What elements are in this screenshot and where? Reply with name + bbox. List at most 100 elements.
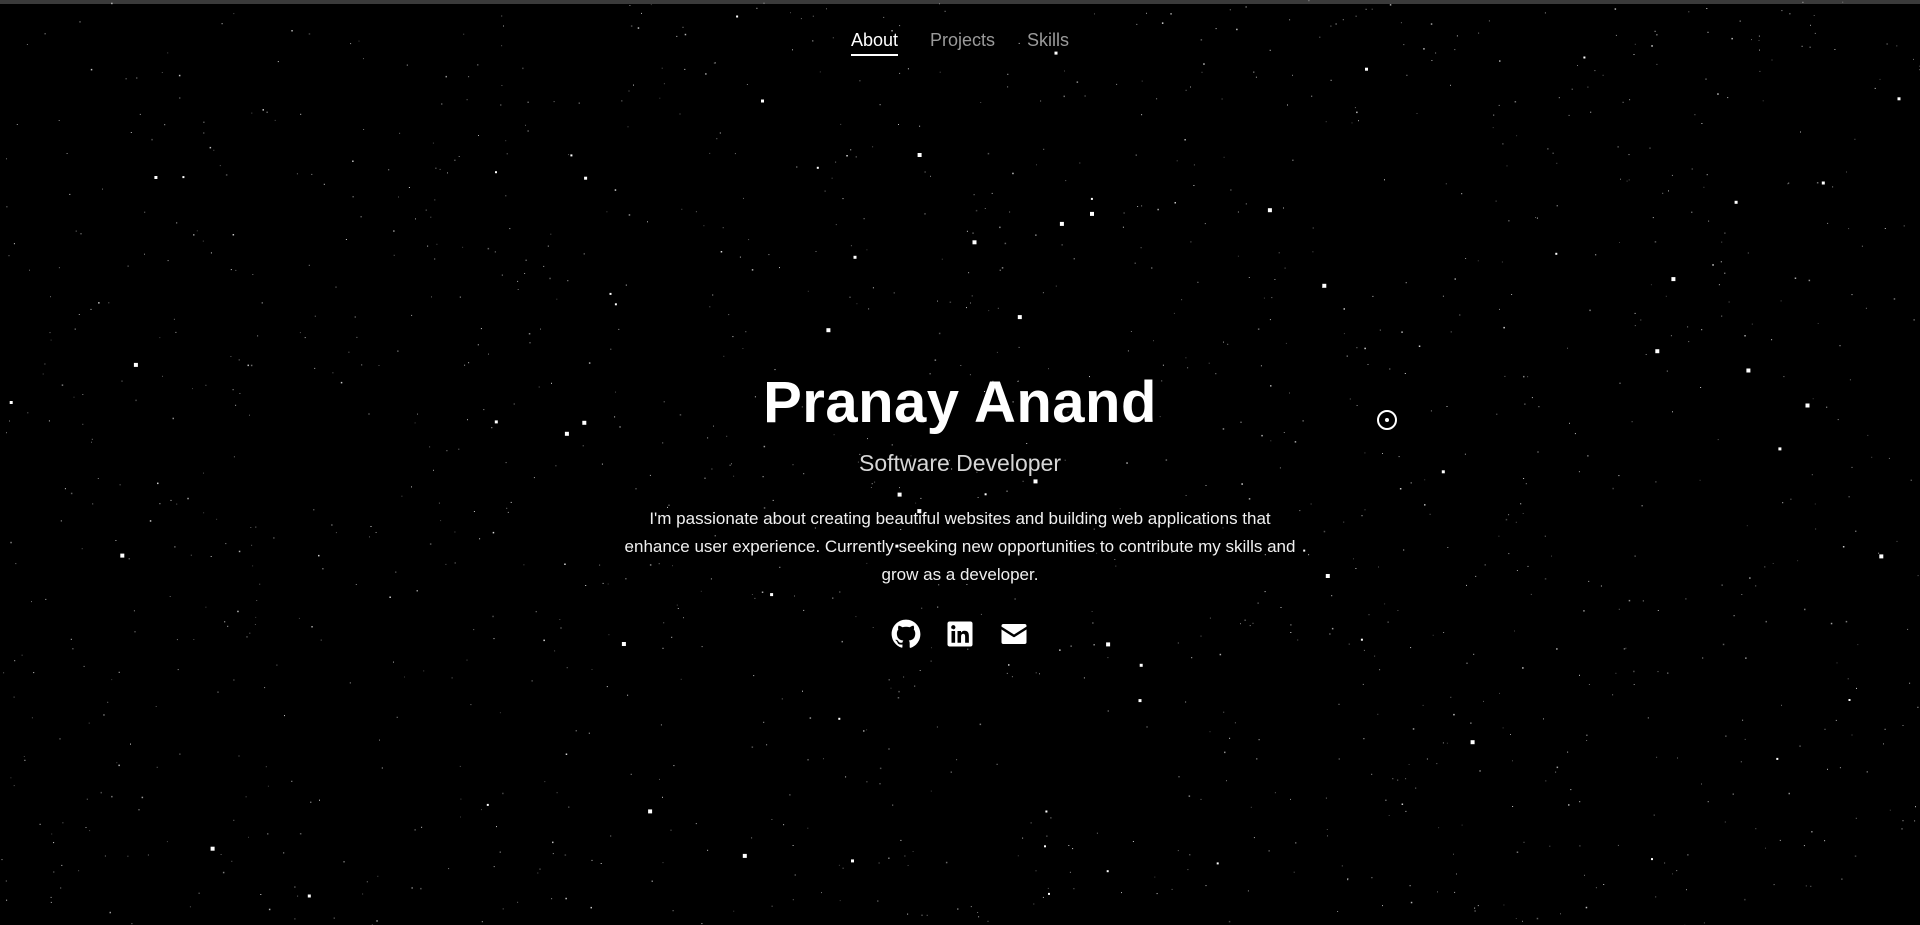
star — [679, 113, 681, 115]
star — [540, 328, 541, 330]
star — [1436, 763, 1438, 765]
star — [1503, 326, 1505, 329]
star — [713, 62, 715, 64]
star — [50, 901, 52, 903]
star — [1400, 22, 1402, 24]
nav-about[interactable]: About — [850, 30, 898, 56]
star — [78, 870, 80, 872]
star — [705, 73, 707, 75]
star — [252, 274, 254, 275]
star — [792, 899, 794, 901]
star — [131, 923, 133, 925]
nav-projects[interactable]: Projects — [930, 30, 995, 56]
star — [1338, 758, 1340, 760]
star — [1047, 887, 1049, 889]
star — [439, 168, 441, 170]
github-icon[interactable] — [891, 619, 921, 649]
star — [1337, 911, 1339, 912]
nav-skills[interactable]: Skills — [1027, 30, 1069, 56]
star — [930, 660, 932, 662]
star — [1851, 294, 1853, 296]
star — [945, 861, 948, 864]
star — [238, 755, 240, 757]
star — [1781, 10, 1783, 12]
star — [1619, 242, 1620, 243]
star — [1499, 692, 1500, 694]
star — [840, 123, 842, 125]
star — [628, 214, 631, 216]
star — [647, 221, 648, 223]
star — [695, 823, 697, 825]
star — [1903, 225, 1905, 227]
star — [1377, 713, 1379, 715]
star — [903, 676, 905, 678]
star — [130, 132, 132, 133]
star — [431, 296, 432, 298]
star — [763, 721, 765, 723]
star — [260, 894, 262, 895]
star — [835, 224, 837, 226]
star — [591, 669, 593, 670]
star-bright — [1138, 699, 1142, 703]
star — [460, 798, 462, 800]
star — [1805, 885, 1807, 887]
star — [361, 364, 363, 366]
star — [1817, 323, 1819, 324]
star — [701, 923, 703, 925]
star — [1492, 127, 1494, 129]
star — [1728, 301, 1730, 303]
star — [630, 773, 632, 775]
star — [362, 893, 364, 895]
star — [1633, 684, 1635, 685]
star — [1190, 241, 1192, 243]
star — [116, 762, 118, 764]
star — [888, 679, 890, 681]
star — [1134, 262, 1136, 264]
star — [1256, 758, 1258, 760]
star — [130, 743, 131, 745]
star — [1633, 670, 1635, 673]
star — [435, 167, 437, 169]
star — [583, 253, 585, 255]
star — [1848, 228, 1850, 230]
star — [1445, 183, 1447, 185]
star — [1629, 99, 1631, 101]
star — [1018, 346, 1020, 348]
star — [672, 910, 674, 912]
star — [1585, 906, 1588, 909]
star — [1415, 787, 1417, 789]
star — [614, 189, 617, 191]
star — [1706, 174, 1708, 176]
star-bright — [1365, 67, 1368, 71]
star — [1586, 734, 1588, 736]
email-icon[interactable] — [999, 619, 1029, 649]
star — [1012, 172, 1014, 175]
star — [949, 301, 952, 303]
star — [1450, 84, 1451, 86]
star — [408, 187, 410, 188]
star — [1656, 756, 1658, 758]
star — [230, 269, 232, 271]
hero-name: Pranay Anand — [763, 370, 1157, 435]
star — [1122, 226, 1124, 228]
star — [1516, 135, 1518, 137]
star — [703, 225, 705, 227]
star — [233, 13, 235, 15]
star — [866, 781, 868, 783]
star — [1794, 277, 1797, 279]
star — [1274, 279, 1276, 280]
star — [517, 901, 519, 903]
star — [179, 753, 181, 755]
star — [999, 226, 1001, 229]
star — [1701, 329, 1703, 331]
star — [1205, 885, 1207, 887]
star — [826, 8, 827, 10]
star — [411, 314, 413, 316]
star — [445, 75, 447, 78]
linkedin-icon[interactable] — [945, 619, 975, 649]
star — [956, 759, 958, 761]
star — [231, 860, 233, 862]
star-bright — [736, 15, 739, 18]
star — [588, 732, 590, 734]
star — [343, 861, 345, 863]
